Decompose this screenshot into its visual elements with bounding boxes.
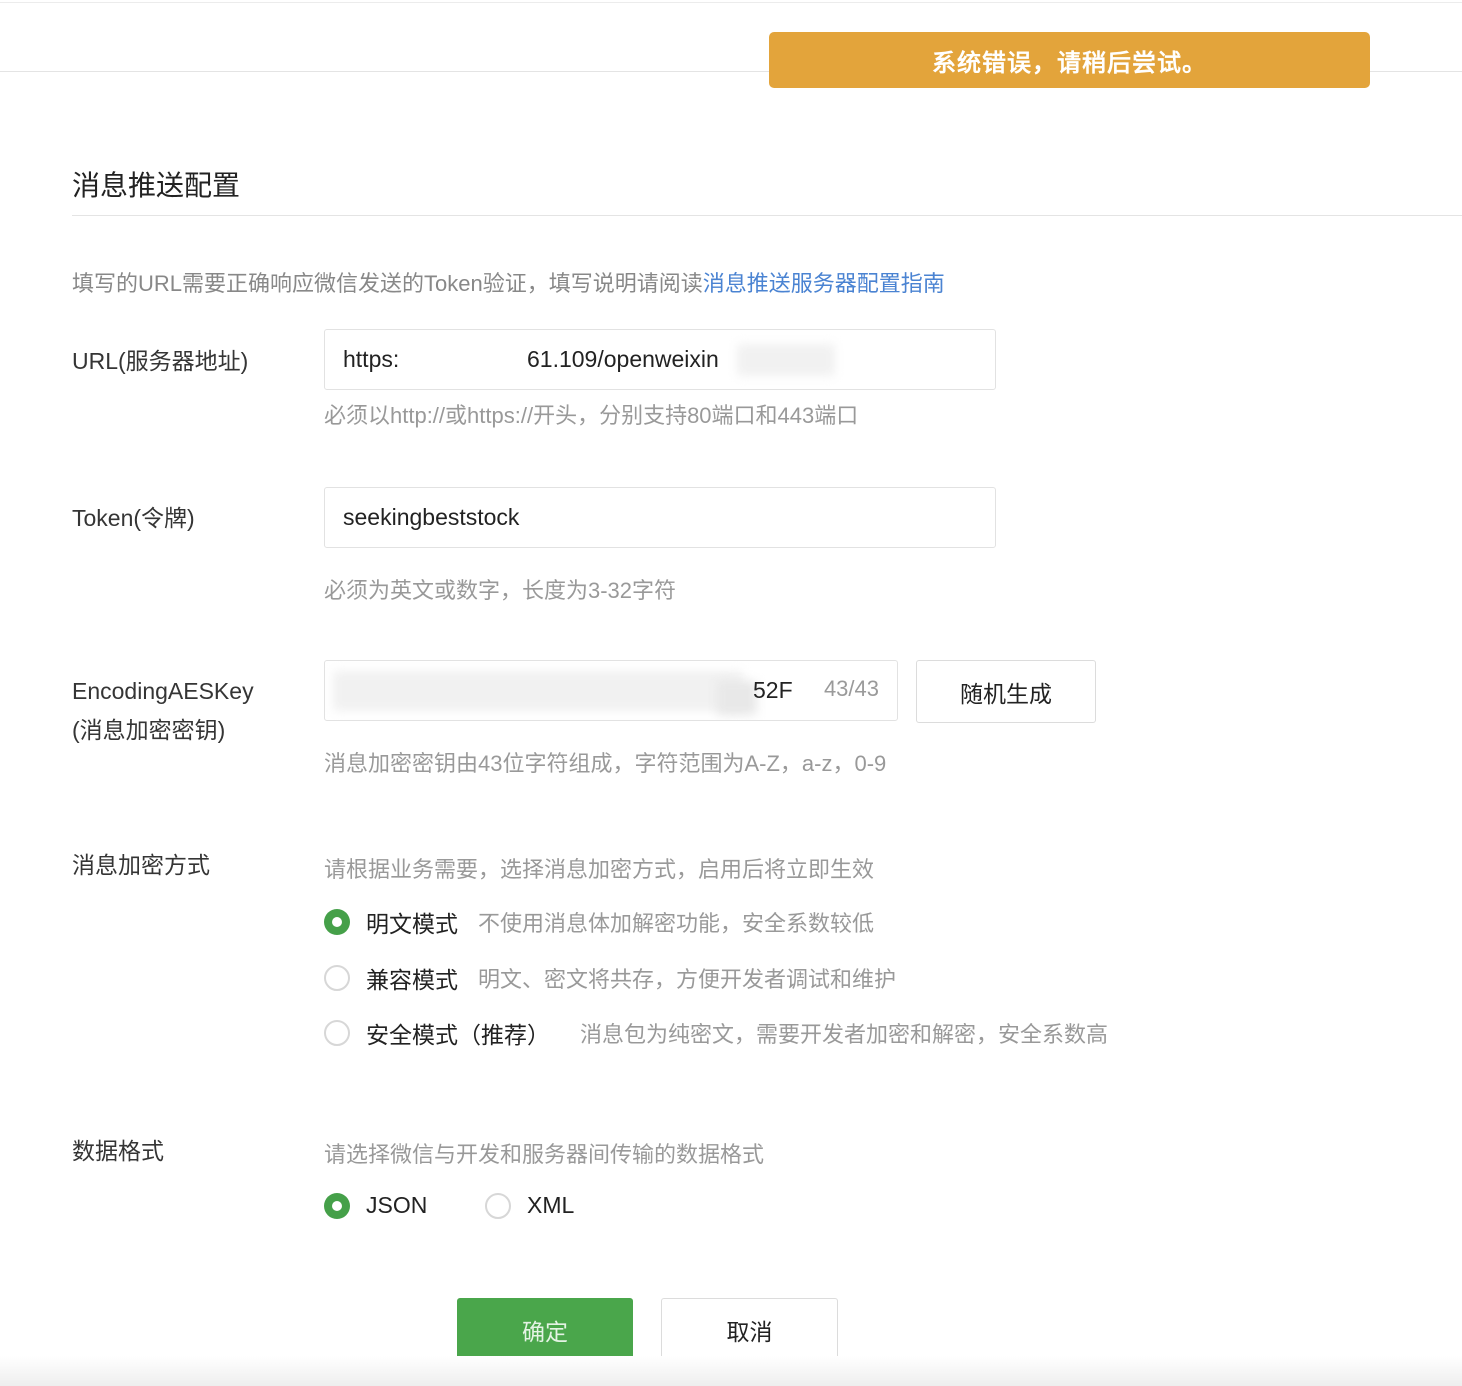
- redacted-blur: [737, 344, 835, 376]
- data-format-hint: 请选择微信与开发和服务器间传输的数据格式: [324, 1142, 765, 1167]
- url-value-end: 61.109/openweixin: [527, 346, 719, 372]
- aes-key-counter: 43/43: [823, 676, 879, 701]
- aes-label-line1: EncodingAESKey: [72, 678, 254, 704]
- encrypt-option-secure[interactable]: 安全模式（推荐） 消息包为纯密文，需要开发者加密和解密，安全系数高: [324, 1016, 1108, 1050]
- radio-unchecked-icon[interactable]: [324, 965, 350, 991]
- config-guide-link[interactable]: 消息推送服务器配置指南: [703, 271, 945, 296]
- bottom-shadow: [0, 1356, 1462, 1386]
- radio-checked-icon[interactable]: [324, 909, 350, 935]
- radio-unchecked-icon[interactable]: [324, 1020, 350, 1046]
- format-option-label: JSON: [366, 1192, 428, 1218]
- section-title: 消息推送配置: [72, 170, 241, 201]
- intro-description: 填写的URL需要正确响应微信发送的Token验证，填写说明请阅读: [72, 271, 703, 296]
- encrypt-option-compatible[interactable]: 兼容模式 明文、密文将共存，方便开发者调试和维护: [324, 961, 896, 995]
- url-value-start: https:: [343, 346, 400, 372]
- token-value: seekingbeststock: [343, 504, 520, 530]
- data-format-label: 数据格式: [72, 1138, 164, 1164]
- radio-unchecked-icon[interactable]: [485, 1192, 511, 1219]
- encrypt-option-desc: 明文、密文将共存，方便开发者调试和维护: [478, 967, 897, 992]
- cancel-button[interactable]: 取消: [661, 1298, 838, 1361]
- intro-text: 填写的URL需要正确响应微信发送的Token验证，填写说明请阅读消息推送服务器配…: [72, 266, 945, 298]
- token-label: Token(令牌): [72, 505, 195, 531]
- encrypt-option-plaintext[interactable]: 明文模式 不使用消息体加解密功能，安全系数较低: [324, 905, 874, 939]
- error-toast-message: 系统错误，请稍后尝试。: [932, 49, 1207, 77]
- aes-label-line2: (消息加密密钥): [72, 717, 226, 743]
- confirm-button-label: 确定: [522, 1318, 568, 1345]
- cancel-button-label: 取消: [726, 1318, 773, 1345]
- aes-key-visible-tail: 52F: [753, 677, 793, 703]
- message-push-config-page: 系统错误，请稍后尝试。 消息推送配置 填写的URL需要正确响应微信发送的Toke…: [0, 0, 1462, 1386]
- encrypt-option-label: 兼容模式: [366, 967, 458, 993]
- top-divider: [0, 2, 1462, 3]
- url-label: URL(服务器地址): [72, 348, 249, 374]
- redacted-blur: [333, 671, 743, 711]
- confirm-button[interactable]: 确定: [457, 1298, 633, 1361]
- random-generate-label: 随机生成: [960, 680, 1052, 707]
- radio-checked-icon[interactable]: [324, 1192, 350, 1219]
- url-input[interactable]: https: 61.109/openweixin: [324, 329, 996, 390]
- error-toast: 系统错误，请稍后尝试。: [769, 32, 1370, 88]
- encrypt-option-label: 明文模式: [366, 911, 458, 937]
- aes-key-input[interactable]: 52F 43/43: [324, 660, 898, 721]
- section-divider: [72, 215, 1462, 216]
- redacted-blur: [717, 681, 757, 715]
- format-option-json[interactable]: JSON: [324, 1192, 427, 1219]
- format-option-label: XML: [527, 1192, 575, 1218]
- encrypt-option-desc: 不使用消息体加解密功能，安全系数较低: [478, 911, 875, 936]
- token-input[interactable]: seekingbeststock: [324, 487, 996, 548]
- encrypt-option-label: 安全模式（推荐）: [366, 1022, 550, 1048]
- encrypt-option-desc: 消息包为纯密文，需要开发者加密和解密，安全系数高: [580, 1022, 1109, 1047]
- random-generate-button[interactable]: 随机生成: [916, 660, 1096, 723]
- token-hint: 必须为英文或数字，长度为3-32字符: [324, 578, 677, 603]
- url-hint: 必须以http://或https://开头，分别支持80端口和443端口: [324, 403, 859, 428]
- encrypt-mode-label: 消息加密方式: [72, 852, 210, 878]
- aes-hint: 消息加密密钥由43位字符组成，字符范围为A-Z，a-z，0-9: [324, 751, 887, 776]
- encrypt-mode-hint: 请根据业务需要，选择消息加密方式，启用后将立即生效: [324, 857, 875, 882]
- format-option-xml[interactable]: XML: [485, 1192, 574, 1219]
